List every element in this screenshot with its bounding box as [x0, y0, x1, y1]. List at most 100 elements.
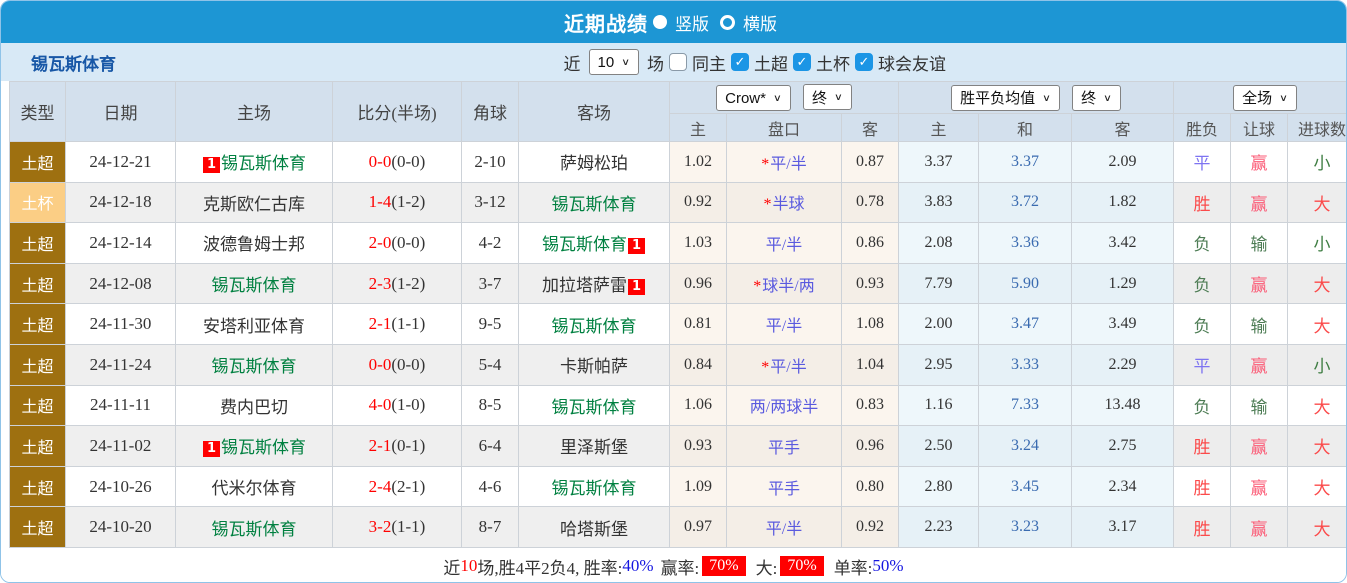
- horizontal-layout-radio[interactable]: [720, 15, 735, 30]
- home-team-cell: 克斯欧仁古库: [176, 182, 333, 223]
- home-odds-cell: 0.81: [670, 304, 727, 345]
- wdl-result-cell: 胜: [1174, 507, 1231, 548]
- avg-draw-cell: 3.72: [979, 182, 1072, 223]
- super-league-label: 土超: [754, 50, 788, 75]
- handicap-cell: *半球: [727, 182, 842, 223]
- near-count-select[interactable]: 10∨: [589, 49, 639, 75]
- match-row: 土超24-11-24锡瓦斯体育0-0(0-0)5-4卡斯帕萨0.84*平/半1.…: [10, 344, 1347, 385]
- date-cell: 24-11-02: [66, 426, 176, 467]
- col-header-corners: 角球: [462, 82, 519, 142]
- wdl-result-cell: 胜: [1174, 466, 1231, 507]
- handicap-result-cell: 赢: [1231, 182, 1288, 223]
- avg-home-cell: 7.79: [899, 263, 979, 304]
- odds-company-select[interactable]: Crow*∨: [716, 85, 791, 111]
- avg-away-cell: 2.29: [1072, 344, 1174, 385]
- handicap-result-cell: 赢: [1231, 426, 1288, 467]
- team-name: 锡瓦斯体育: [552, 398, 637, 417]
- score-cell: 2-1(1-1): [333, 304, 462, 345]
- handicap-cell: *平/半: [727, 142, 842, 183]
- sub-header-handicap-result: 让球: [1231, 114, 1288, 142]
- super-league-checkbox[interactable]: ✓: [731, 53, 749, 71]
- filter-group: 近 10∨ 场 同主 ✓ 土超 ✓ 土杯 ✓ 球会友谊: [564, 49, 946, 75]
- handicap-cell: 平/半: [727, 223, 842, 264]
- home-team-cell: 1锡瓦斯体育: [176, 142, 333, 183]
- chevron-down-icon: ∨: [1042, 92, 1051, 103]
- sub-header-odds-home: 主: [670, 114, 727, 142]
- cup-checkbox[interactable]: ✓: [793, 53, 811, 71]
- avg-away-cell: 3.49: [1072, 304, 1174, 345]
- footer-record-text: 场,胜4平2负4, 胜率:: [477, 554, 622, 579]
- corners-cell: 8-5: [462, 385, 519, 426]
- home-odds-cell: 1.09: [670, 466, 727, 507]
- avg-draw-cell: 3.23: [979, 507, 1072, 548]
- away-team-cell: 里泽斯堡: [519, 426, 670, 467]
- footer-handicap-label: 赢率:: [661, 554, 700, 579]
- away-team-cell: 锡瓦斯体育: [519, 466, 670, 507]
- col-header-home: 主场: [176, 82, 333, 142]
- initial-odds-star: *: [763, 196, 771, 213]
- competition-type-cell: 土超: [10, 466, 66, 507]
- vertical-layout-label[interactable]: 竖版: [675, 10, 709, 35]
- vertical-layout-radio[interactable]: [653, 15, 667, 29]
- goals-result-cell: 大: [1288, 385, 1347, 426]
- avg-away-cell: 1.29: [1072, 263, 1174, 304]
- score-cell: 0-0(0-0): [333, 142, 462, 183]
- avg-type-select[interactable]: 胜平负均值∨: [951, 85, 1060, 111]
- panel-title: 近期战绩: [564, 8, 648, 37]
- home-team-cell: 锡瓦斯体育: [176, 344, 333, 385]
- handicap-cell: *平/半: [727, 344, 842, 385]
- handicap-cell: *球半/两: [727, 263, 842, 304]
- match-row: 土超24-10-20锡瓦斯体育3-2(1-1)8-7哈塔斯堡0.97平/半0.9…: [10, 507, 1347, 548]
- away-team-cell: 加拉塔萨雷1: [519, 263, 670, 304]
- same-home-checkbox[interactable]: [669, 53, 687, 71]
- competition-type-cell: 土超: [10, 507, 66, 548]
- competition-type-cell: 土超: [10, 304, 66, 345]
- footer-win-rate: 40%: [622, 556, 653, 576]
- home-team-cell: 锡瓦斯体育: [176, 507, 333, 548]
- avg-home-cell: 2.08: [899, 223, 979, 264]
- wdl-result-cell: 胜: [1174, 426, 1231, 467]
- corners-cell: 4-2: [462, 223, 519, 264]
- goals-result-cell: 小: [1288, 142, 1347, 183]
- chevron-down-icon: ∨: [773, 92, 782, 103]
- avg-time-select[interactable]: 终∨: [1072, 85, 1121, 111]
- score-cell: 4-0(1-0): [333, 385, 462, 426]
- odds-group-header: Crow*∨ 终∨: [670, 82, 899, 114]
- avg-home-cell: 2.95: [899, 344, 979, 385]
- wdl-result-cell: 平: [1174, 344, 1231, 385]
- competition-type-cell: 土超: [10, 385, 66, 426]
- score-cell: 2-0(0-0): [333, 223, 462, 264]
- summary-footer: 近10场,胜4平2负4, 胜率:40% 赢率:70% 大:70% 单率:50%: [1, 548, 1346, 583]
- home-team-cell: 波德鲁姆士邦: [176, 223, 333, 264]
- home-team-cell: 锡瓦斯体育: [176, 263, 333, 304]
- red-card-badge: 1: [203, 441, 220, 457]
- friendly-checkbox[interactable]: ✓: [855, 53, 873, 71]
- near-label: 近: [564, 50, 581, 75]
- avg-home-cell: 3.83: [899, 182, 979, 223]
- corners-cell: 3-7: [462, 263, 519, 304]
- sub-header-avg-away: 客: [1072, 114, 1174, 142]
- date-cell: 24-12-14: [66, 223, 176, 264]
- sub-header-odds-away: 客: [842, 114, 899, 142]
- team-name: 加拉塔萨雷: [542, 276, 627, 295]
- horizontal-layout-label[interactable]: 横版: [743, 10, 777, 35]
- handicap-result-cell: 赢: [1231, 344, 1288, 385]
- goals-result-cell: 大: [1288, 507, 1347, 548]
- recent-results-panel: 近期战绩 竖版 横版 锡瓦斯体育 近 10∨ 场 同主 ✓ 土超 ✓ 土杯 ✓ …: [0, 0, 1347, 583]
- goals-result-cell: 大: [1288, 466, 1347, 507]
- avg-draw-cell: 3.47: [979, 304, 1072, 345]
- col-header-away: 客场: [519, 82, 670, 142]
- odds-time-select[interactable]: 终∨: [803, 84, 852, 110]
- team-name: 代米尔体育: [212, 479, 297, 498]
- team-name: 波德鲁姆士邦: [203, 235, 305, 254]
- sub-header-wdl: 胜负: [1174, 114, 1231, 142]
- goals-result-cell: 大: [1288, 263, 1347, 304]
- scope-select[interactable]: 全场∨: [1233, 85, 1297, 111]
- avg-draw-cell: 3.36: [979, 223, 1072, 264]
- date-cell: 24-12-18: [66, 182, 176, 223]
- home-team-cell: 安塔利亚体育: [176, 304, 333, 345]
- avg-home-cell: 2.00: [899, 304, 979, 345]
- team-name: 锡瓦斯体育: [221, 154, 306, 173]
- footer-single-rate: 50%: [872, 556, 903, 576]
- away-odds-cell: 0.86: [842, 223, 899, 264]
